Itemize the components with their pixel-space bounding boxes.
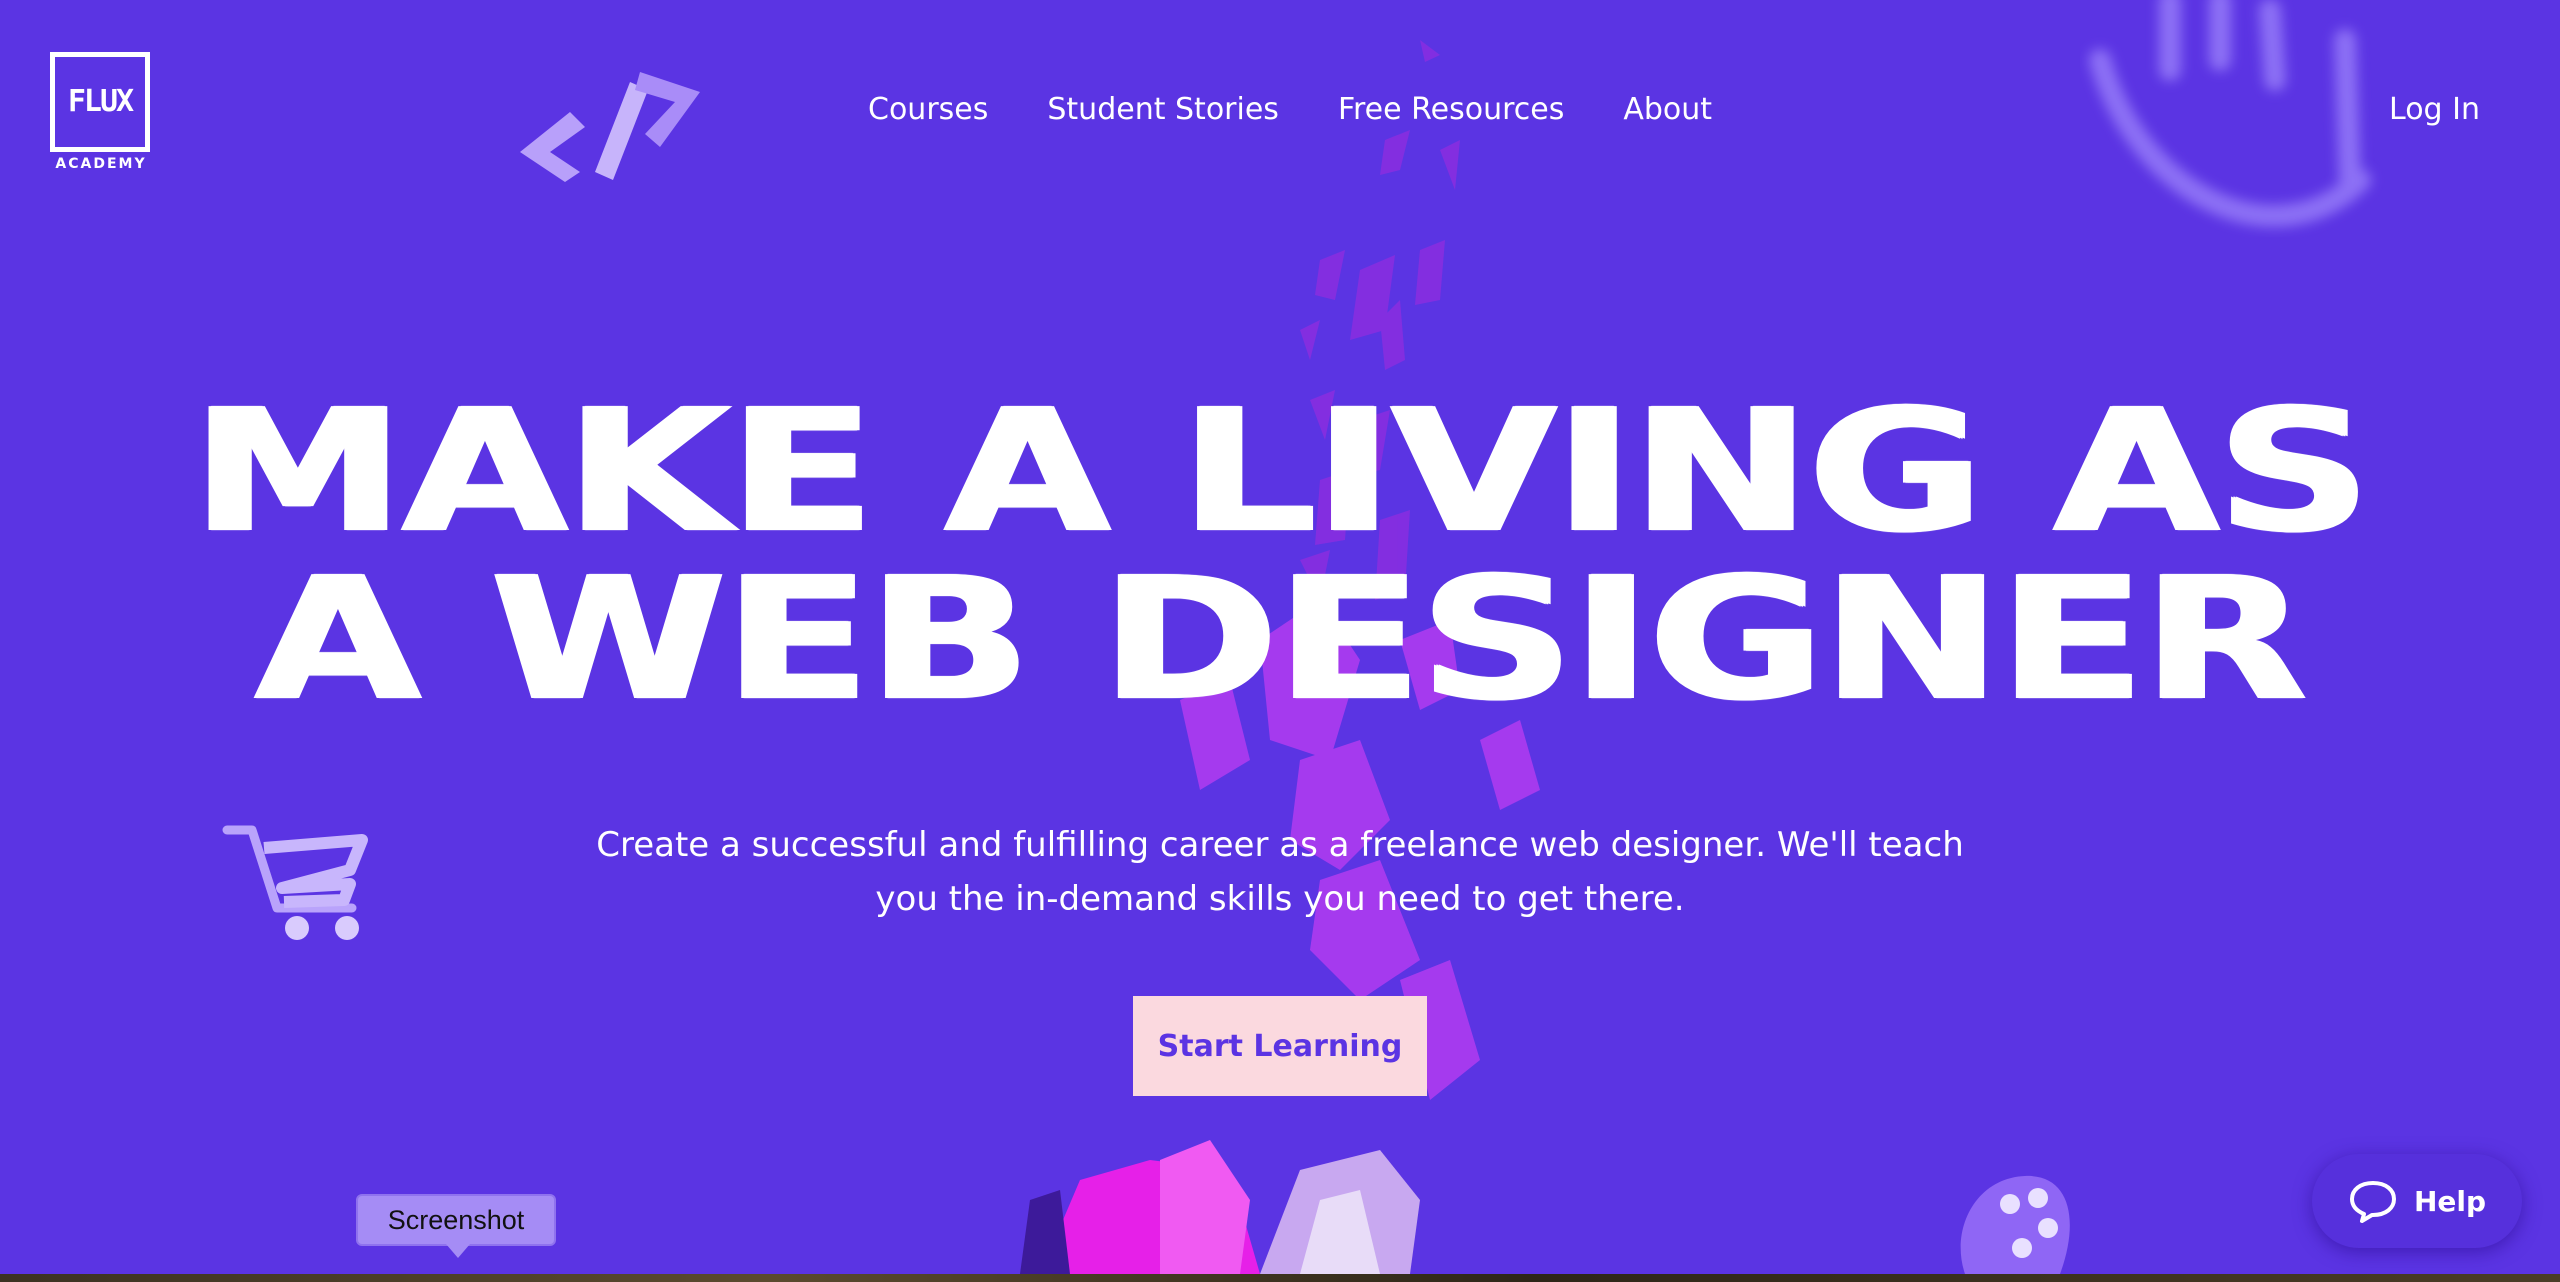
logo-letters: FLUX: [67, 84, 134, 119]
help-label: Help: [2413, 1184, 2487, 1218]
shopping-cart-icon: [222, 825, 368, 940]
hand-decoration: [2089, 0, 2371, 227]
screenshot-tooltip: Screenshot: [356, 1194, 556, 1246]
headline-line-1: MAKE A LIVING AS: [191, 373, 2371, 571]
chat-bubble-icon: [2349, 1181, 2396, 1223]
page: FLUX ACADEMY Courses Student Stories Fre…: [0, 0, 2560, 1274]
help-button[interactable]: Help: [2312, 1154, 2522, 1248]
hero-headline: MAKE A LIVING AS A WEB DESIGNER: [0, 373, 2560, 739]
login-link[interactable]: Log In: [2389, 92, 2480, 127]
main-nav: Courses Student Stories Free Resources A…: [868, 92, 1771, 127]
nav-free-resources[interactable]: Free Resources: [1338, 92, 1564, 127]
flux-academy-logo[interactable]: FLUX ACADEMY: [50, 52, 152, 172]
tooltip-tail: [446, 1244, 470, 1258]
nav-about[interactable]: About: [1623, 92, 1712, 127]
nav-courses[interactable]: Courses: [868, 92, 988, 127]
hero-subheading: Create a successful and fulfilling caree…: [596, 825, 1964, 919]
paint-palette-icon: [1960, 1175, 2070, 1274]
logo-subtitle: ACADEMY: [55, 156, 147, 172]
start-learning-button[interactable]: Start Learning: [1133, 996, 1427, 1096]
window-bottom-edge: [0, 1274, 2560, 1282]
nav-student-stories[interactable]: Student Stories: [1047, 92, 1279, 127]
code-brackets-icon: [520, 72, 700, 182]
headline-line-2: A WEB DESIGNER: [255, 541, 2307, 739]
logo-mark: FLUX: [50, 52, 150, 152]
